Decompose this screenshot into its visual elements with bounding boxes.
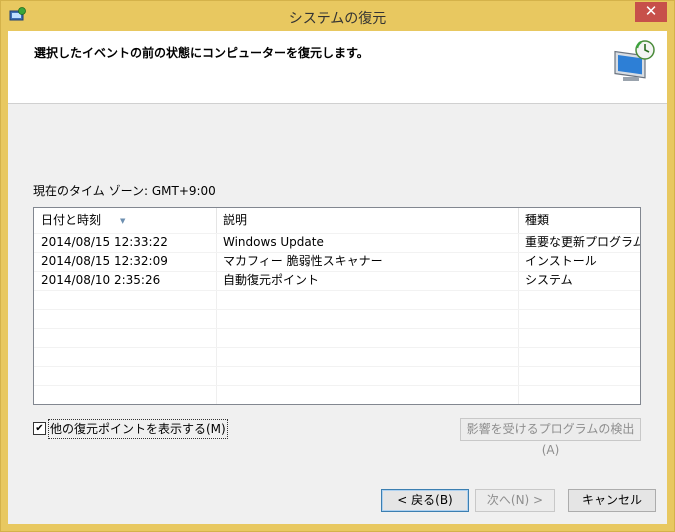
column-header-label: 説明 bbox=[223, 213, 248, 227]
show-more-label[interactable]: 他の復元ポイントを表示する(M) bbox=[48, 419, 228, 439]
sort-arrow-icon: ▼ bbox=[120, 217, 126, 225]
scan-affected-programs-button[interactable]: 影響を受けるプログラムの検出(A) bbox=[460, 418, 641, 457]
close-button[interactable]: ✕ bbox=[635, 2, 667, 22]
cell-type: 重要な更新プログラム bbox=[525, 235, 641, 249]
header-panel: 選択したイベントの前の状態にコンピューターを復元します。 bbox=[8, 31, 667, 104]
row-divider bbox=[34, 328, 640, 329]
window-frame-left bbox=[1, 31, 8, 531]
window-frame-bottom bbox=[1, 524, 674, 531]
column-header-label: 種類 bbox=[525, 213, 550, 227]
column-header-type[interactable]: 種類 bbox=[518, 208, 640, 233]
row-divider bbox=[34, 347, 640, 348]
cancel-button[interactable]: キャンセル bbox=[568, 489, 656, 512]
list-item[interactable]: 2014/08/15 12:32:09 マカフィー 脆弱性スキャナー インストー… bbox=[34, 252, 640, 271]
cell-type: インストール bbox=[525, 254, 597, 268]
cell-datetime: 2014/08/15 12:32:09 bbox=[41, 254, 168, 268]
cell-description: Windows Update bbox=[223, 235, 324, 249]
header-instruction: 選択したイベントの前の状態にコンピューターを復元します。 bbox=[34, 46, 369, 60]
next-button[interactable]: 次へ(N) > bbox=[475, 489, 555, 512]
list-item[interactable]: 2014/08/15 12:33:22 Windows Update 重要な更新… bbox=[34, 233, 640, 252]
column-header-label: 日付と時刻 bbox=[41, 213, 102, 227]
title-bar[interactable]: システムの復元 ✕ bbox=[1, 1, 674, 31]
cell-description: 自動復元ポイント bbox=[223, 273, 320, 287]
cell-datetime: 2014/08/15 12:33:22 bbox=[41, 235, 168, 249]
list-item[interactable]: 2014/08/10 2:35:26 自動復元ポイント システム bbox=[34, 271, 640, 290]
cell-type: システム bbox=[525, 273, 573, 287]
window-title: システムの復元 bbox=[288, 11, 387, 27]
cell-description: マカフィー 脆弱性スキャナー bbox=[223, 254, 383, 268]
row-divider bbox=[34, 309, 640, 310]
cell-datetime: 2014/08/10 2:35:26 bbox=[41, 273, 161, 287]
column-header-description[interactable]: 説明 bbox=[216, 208, 518, 233]
window-frame-right bbox=[667, 31, 674, 531]
row-divider bbox=[34, 290, 640, 291]
back-button[interactable]: < 戻る(B) bbox=[381, 489, 469, 512]
computer-restore-icon bbox=[614, 40, 655, 81]
column-header-datetime[interactable]: 日付と時刻 ▼ bbox=[34, 208, 216, 233]
timezone-label: 現在のタイム ゾーン: GMT+9:00 bbox=[33, 184, 216, 198]
row-divider bbox=[34, 366, 640, 367]
row-divider bbox=[34, 385, 640, 386]
restore-point-list[interactable]: 日付と時刻 ▼ 説明 種類 2014/08/15 12:33:22 Window… bbox=[33, 207, 641, 405]
close-icon: ✕ bbox=[644, 2, 658, 20]
system-restore-window: システムの復元 ✕ 選択したイベントの前の状態にコンピューターを復元します。 現… bbox=[0, 0, 675, 532]
checkbox-check-icon[interactable]: ✔ bbox=[33, 422, 46, 435]
